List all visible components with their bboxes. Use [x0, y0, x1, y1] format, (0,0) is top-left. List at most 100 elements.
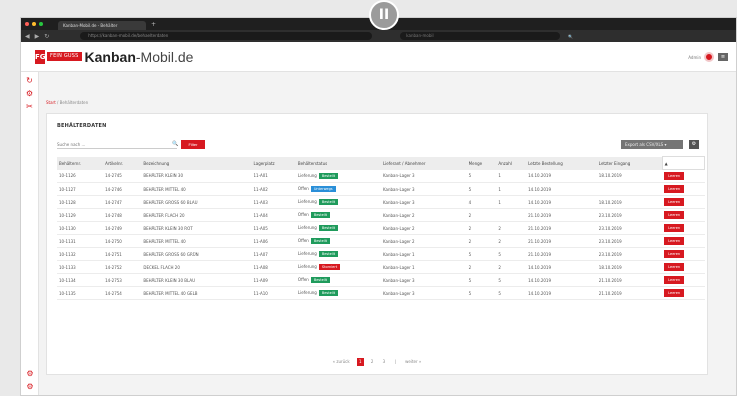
extensions-icon[interactable]: 🔍	[568, 34, 573, 39]
table-row[interactable]: 10-1133 14-2752 DECKEL FLACH 20 11-A08 Liefe…	[57, 260, 705, 274]
table-row[interactable]: 10-1126 14-2745 BEHÄLTER KLEIN 30 11-A01 Lie…	[57, 169, 705, 183]
user-name[interactable]: Admin	[688, 55, 701, 60]
table-settings-icon[interactable]: ⚙	[689, 140, 699, 149]
breadcrumb: Start / Behälterdaten	[46, 100, 88, 105]
table-cell: 11-A01	[251, 169, 296, 183]
table-cell: 14-2751	[103, 247, 142, 261]
table-cell: Leeren	[662, 234, 705, 248]
column-header[interactable]: Anzahl	[496, 156, 527, 170]
table-cell: Leeren	[662, 182, 705, 196]
back-icon[interactable]: ◀	[25, 33, 30, 40]
table-cell: Offen Bestellt	[295, 234, 381, 248]
column-header[interactable]: Artikelnr.	[103, 156, 142, 170]
table-cell: Offen Bestellt	[295, 208, 381, 222]
table-cell: 21.10.2019	[526, 234, 597, 248]
table-row[interactable]: 10-1130 14-2749 BEHÄLTER KLEIN 30 ROT 11-A0…	[57, 221, 705, 235]
pager-prev[interactable]: « zurück	[331, 358, 352, 366]
table-cell: 10-1131	[57, 234, 104, 248]
browser-search-box[interactable]: kanban-mobil	[400, 32, 561, 40]
status-badge: Unterwegs	[310, 186, 336, 192]
table-row[interactable]: 10-1129 14-2748 BEHÄLTER FLACH 20 11-A04 Off…	[57, 208, 705, 222]
column-header[interactable]: Behälterstatus	[295, 156, 381, 170]
empty-container-button[interactable]: Leeren	[664, 276, 685, 284]
pager-page-3[interactable]: 3	[381, 358, 388, 366]
empty-container-button[interactable]: Leeren	[664, 289, 685, 297]
table-cell: 10-1126	[57, 169, 104, 183]
address-bar[interactable]: https://kanban-mobil.de/behaelterdaten	[80, 32, 373, 40]
pause-overlay-icon[interactable]: II	[369, 0, 399, 30]
column-header[interactable]: Bezeichnung	[141, 156, 252, 170]
column-header[interactable]: Behälternr.	[57, 156, 104, 170]
filter-button[interactable]: Filter	[181, 140, 205, 149]
breadcrumb-home[interactable]: Start	[46, 100, 56, 105]
table-cell: 1	[496, 195, 527, 209]
table-row[interactable]: 10-1134 14-2753 BEHÄLTER KLEIN 30 BLAU 11-A…	[57, 273, 705, 287]
table-cell: BEHÄLTER MITTEL 40 GELB	[141, 286, 252, 300]
table-cell: Leeren	[662, 273, 705, 287]
sidebar-refresh-icon[interactable]: ↻	[21, 76, 38, 85]
table-row[interactable]: 10-1135 14-2754 BEHÄLTER MITTEL 40 GELB 11-…	[57, 286, 705, 300]
empty-container-button[interactable]: Leeren	[664, 198, 685, 206]
sidebar-tools-icon[interactable]: ✂	[21, 102, 38, 111]
empty-container-button[interactable]: Leeren	[664, 224, 685, 232]
menu-button[interactable]: ≡	[718, 53, 728, 61]
column-header[interactable]: Letzter Eingang	[596, 156, 663, 170]
browser-tab[interactable]: Kanban-Mobil.de - Behälter	[58, 21, 146, 30]
user-area[interactable]: Admin ≡	[688, 52, 728, 62]
table-cell	[596, 182, 663, 196]
status-badge: Bestellt	[318, 225, 339, 231]
status-text: Offen	[297, 277, 309, 282]
pager-next[interactable]: weiter »	[403, 358, 423, 366]
table-cell: Leeren	[662, 221, 705, 235]
table-row[interactable]: 10-1127 14-2746 BEHÄLTER MITTEL 40 11-A02 Of…	[57, 182, 705, 196]
pager-page-2[interactable]: 2	[369, 358, 376, 366]
search-icon[interactable]: 🔍	[172, 141, 178, 147]
sidebar-settings-icon[interactable]: ⚙	[21, 89, 38, 98]
table-cell: Kanban-Lager 2	[380, 234, 467, 248]
column-header[interactable]: Lieferant / Abnehmer	[380, 156, 467, 170]
table-cell: 11-A08	[251, 260, 296, 274]
column-header[interactable]: Lagerplatz	[251, 156, 296, 170]
sidebar-gear-icon[interactable]: ⚙	[21, 369, 39, 378]
containers-table: Behälternr. Artikelnr. Bezeichnung Lagerpla…	[57, 156, 706, 300]
table-row[interactable]: 10-1131 14-2750 BEHÄLTER MITTEL 40 11-A06 Of…	[57, 234, 705, 248]
pager-page-1[interactable]: 1	[356, 358, 364, 366]
status-text: Lieferung	[297, 290, 317, 295]
table-cell: 1	[496, 182, 527, 196]
empty-container-button[interactable]: Leeren	[664, 172, 685, 180]
empty-container-button[interactable]: Leeren	[664, 237, 685, 245]
table-cell: 5	[496, 273, 527, 287]
table-cell: 11-A07	[251, 247, 296, 261]
pagination: « zurück 1 2 3 | weiter »	[47, 358, 707, 366]
minimize-window-icon[interactable]	[32, 22, 36, 26]
column-header[interactable]: Menge	[466, 156, 497, 170]
status-text: Lieferung	[297, 264, 317, 269]
table-cell: 2	[496, 234, 527, 248]
table-row[interactable]: 10-1128 14-2747 BEHÄLTER GROSS 60 BLAU 11-A…	[57, 195, 705, 209]
empty-container-button[interactable]: Leeren	[664, 263, 685, 271]
table-cell: Kanban-Lager 3	[380, 195, 467, 209]
table-cell: Leeren	[662, 247, 705, 261]
export-button[interactable]: Export als CSV/XLS ▾	[621, 140, 683, 149]
status-text: Lieferung	[297, 172, 317, 178]
table-cell: Leeren	[662, 195, 705, 209]
empty-container-button[interactable]: Leeren	[664, 211, 685, 219]
forward-icon[interactable]: ▶	[35, 33, 40, 40]
table-cell: BEHÄLTER KLEIN 30 ROT	[141, 221, 252, 235]
search-input[interactable]	[57, 140, 177, 149]
company-logo-icon[interactable]: FG	[35, 49, 46, 64]
new-tab-button[interactable]: +	[151, 21, 156, 28]
close-window-icon[interactable]	[25, 22, 29, 26]
sidebar-gear2-icon[interactable]: ⚙	[21, 382, 39, 391]
status-text: Lieferung	[297, 251, 317, 256]
reload-icon[interactable]: ↻	[44, 33, 49, 40]
column-header[interactable]: ▲	[661, 156, 706, 170]
column-header[interactable]: Letzte Bestellung	[526, 156, 597, 170]
empty-container-button[interactable]: Leeren	[664, 250, 685, 258]
empty-container-button[interactable]: Leeren	[664, 185, 685, 193]
maximize-window-icon[interactable]	[39, 22, 43, 26]
table-cell: 18.10.2019	[596, 169, 663, 183]
table-row[interactable]: 10-1132 14-2751 BEHÄLTER GROSS 60 GRÜN 11-A…	[57, 247, 705, 261]
table-cell: 14-2750	[103, 234, 142, 248]
avatar[interactable]	[704, 52, 714, 62]
